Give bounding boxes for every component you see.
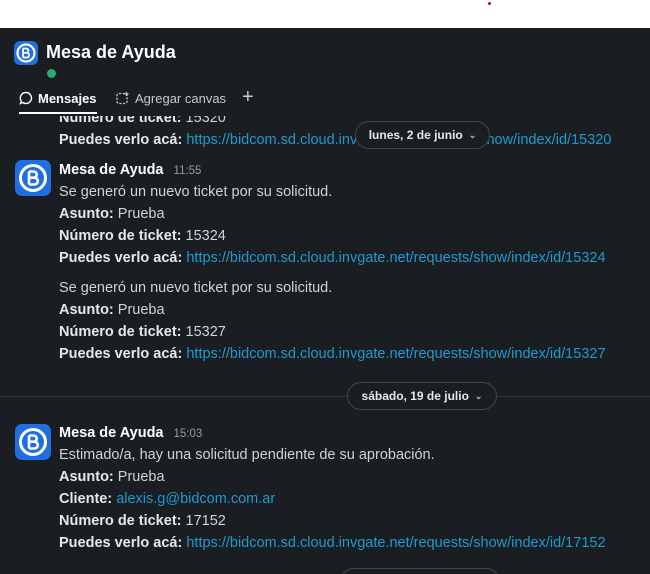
client-line: Cliente: alexis.g@bidcom.com.ar [59,489,275,509]
sender-name[interactable]: Mesa de Ayuda [59,425,164,441]
subject-label: Asunto: [59,469,114,485]
ticket-value: 15320 [185,116,226,126]
message-list: Número de ticket: 15320 Puedes verlo acá… [0,116,650,574]
date-divider-next[interactable] [340,568,500,574]
ticket-line: Número de ticket: 17152 [59,511,226,531]
ticket-link[interactable]: https://bidcom.sd.cloud.invgate.net/requ… [186,250,605,266]
ticket-line: Número de ticket: 15327 [59,322,226,342]
tab-mensajes[interactable]: Mensajes [19,84,97,114]
top-strip [0,0,650,28]
canvas-icon [116,91,129,104]
partial-ticket-line: Número de ticket: 15320 [59,116,226,128]
message-time[interactable]: 15:03 [174,428,203,440]
tab-agregar-canvas-label: Agregar canvas [135,90,227,106]
client-label: Cliente: [59,491,113,507]
app-logo-icon[interactable] [14,41,58,80]
link-line: Puedes verlo acá: https://bidcom.sd.clou… [59,533,606,553]
sender-name[interactable]: Mesa de Ayuda [59,162,164,178]
ticket-label: Número de ticket: [59,116,182,126]
ticket-value: 15324 [185,228,226,244]
ticket-link[interactable]: https://bidcom.sd.cloud.invgate.net/requ… [186,346,605,362]
subject-label: Asunto: [59,206,114,222]
subject-value: Prueba [117,206,165,222]
link-label: Puedes verlo acá: [59,250,183,266]
date-divider-label: sábado, 19 de julio [361,389,469,403]
link-line: Puedes verlo acá: https://bidcom.sd.clou… [59,248,606,268]
date-divider-label: lunes, 2 de junio [368,128,463,142]
ticket-label: Número de ticket: [59,513,182,529]
ticket-label: Número de ticket: [59,324,182,340]
chevron-down-icon: ⌄ [474,390,483,401]
message-text: Estimado/a, hay una solicitud pendiente … [59,447,435,463]
subject-value: Prueba [117,469,165,485]
link-label: Puedes verlo acá: [59,535,183,551]
message-header: Mesa de Ayuda 15:03 [59,423,202,444]
tab-agregar-canvas[interactable]: Agregar canvas [115,84,226,112]
add-tab-button[interactable]: + [242,86,254,108]
date-divider-july[interactable]: sábado, 19 de julio ⌄ [347,382,497,410]
avatar[interactable] [15,424,51,460]
subject-line: Asunto: Prueba [59,300,165,320]
ticket-link[interactable]: https://bidcom.sd.cloud.inv [186,132,357,148]
subject-line: Asunto: Prueba [59,204,165,224]
ticket-link[interactable]: https://bidcom.sd.cloud.invgate.net/requ… [186,535,605,551]
link-label: Puedes verlo acá: [59,346,183,362]
tab-mensajes-label: Mensajes [38,90,97,106]
ticket-line: Número de ticket: 15324 [59,226,226,246]
message-time[interactable]: 11:55 [174,165,202,177]
subject-line: Asunto: Prueba [59,467,165,487]
partial-link-line: Puedes verlo acá: https://bidcom.sd.clou… [59,130,611,150]
avatar[interactable] [15,160,51,196]
link-label: Puedes verlo acá: [59,132,183,148]
notification-dot [488,2,491,5]
ticket-link-tail[interactable]: show/index/id/15320 [479,132,611,148]
ticket-value: 15327 [185,324,226,340]
message-text: Se generó un nuevo ticket por su solicit… [59,184,333,200]
client-email-link[interactable]: alexis.g@bidcom.com.ar [116,491,275,507]
ticket-label: Número de ticket: [59,228,182,244]
subject-value: Prueba [117,302,165,318]
subject-label: Asunto: [59,302,114,318]
date-divider-june[interactable]: lunes, 2 de junio ⌄ [355,121,490,149]
chat-bubble-icon [19,91,33,105]
link-line: Puedes verlo acá: https://bidcom.sd.clou… [59,344,606,364]
channel-title[interactable]: Mesa de Ayuda [46,42,176,63]
channel-header: Mesa de Ayuda Mensajes Agregar canvas + [0,28,650,116]
chevron-down-icon: ⌄ [468,129,477,140]
divider-line [0,396,650,397]
message-text: Se generó un nuevo ticket por su solicit… [59,280,333,296]
message-header: Mesa de Ayuda 11:55 [59,160,201,181]
tab-bar: Mensajes Agregar canvas + [0,84,650,114]
presence-indicator [45,67,58,80]
ticket-value: 17152 [185,513,226,529]
